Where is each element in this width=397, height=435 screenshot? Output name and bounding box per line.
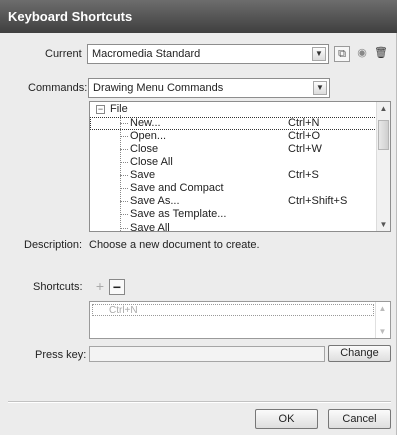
current-label: Current xyxy=(45,48,82,60)
footer-divider xyxy=(8,401,391,403)
command-name: Save As... xyxy=(130,195,180,207)
add-shortcut-button[interactable]: + xyxy=(92,279,108,295)
tree-item[interactable]: New... Ctrl+N xyxy=(90,117,377,130)
keyboard-shortcuts-dialog: Keyboard Shortcuts Current Macromedia St… xyxy=(0,0,397,435)
scroll-down-icon[interactable]: ▼ xyxy=(376,325,389,338)
tree-item[interactable]: Save as Template... xyxy=(90,208,377,221)
command-tree[interactable]: − File New... Ctrl+N Open... Ctrl+O Clos… xyxy=(89,101,391,232)
command-name: Close xyxy=(130,143,159,155)
command-name: Save xyxy=(130,169,156,181)
cancel-button[interactable]: Cancel xyxy=(328,409,391,429)
tree-scrollbar[interactable]: ▲ ▼ xyxy=(376,102,390,231)
tree-item[interactable]: Save As... Ctrl+Shift+S xyxy=(90,195,377,208)
tree-item[interactable]: Save All xyxy=(90,222,377,232)
ok-button[interactable]: OK xyxy=(255,409,318,429)
shortcut-entry[interactable]: Ctrl+N xyxy=(92,304,374,316)
current-set-dropdown[interactable]: Macromedia Standard ▼ xyxy=(87,44,329,64)
tree-item[interactable]: Open... Ctrl+O xyxy=(90,130,377,143)
current-set-value: Macromedia Standard xyxy=(92,48,201,60)
duplicate-set-icon[interactable]: ⧉ xyxy=(334,46,350,62)
command-name: Save as Template... xyxy=(130,208,227,220)
title-bar: Keyboard Shortcuts xyxy=(0,0,397,33)
tree-item[interactable]: Save and Compact xyxy=(90,182,377,195)
tree-item[interactable]: Close Ctrl+W xyxy=(90,143,377,156)
command-name: New... xyxy=(130,117,161,129)
chevron-down-icon: ▼ xyxy=(313,81,327,95)
delete-set-icon[interactable]: 🗑 xyxy=(373,46,389,62)
description-text: Choose a new document to create. xyxy=(89,239,260,251)
chevron-down-icon: ▼ xyxy=(312,47,326,61)
change-button[interactable]: Change xyxy=(328,345,391,362)
scroll-up-icon[interactable]: ▲ xyxy=(377,102,390,115)
commands-value: Drawing Menu Commands xyxy=(93,82,224,94)
scroll-up-icon[interactable]: ▲ xyxy=(376,302,389,315)
shortcut-list-scrollbar[interactable]: ▲ ▼ xyxy=(375,302,390,338)
commands-label: Commands: xyxy=(28,82,88,94)
command-name: Save and Compact xyxy=(130,182,224,194)
command-name: Close All xyxy=(130,156,173,168)
window-title: Keyboard Shortcuts xyxy=(8,9,133,24)
tree-item[interactable]: Save Ctrl+S xyxy=(90,169,377,182)
tree-item[interactable]: Close All xyxy=(90,156,377,169)
scroll-down-icon[interactable]: ▼ xyxy=(377,218,390,231)
commands-dropdown[interactable]: Drawing Menu Commands ▼ xyxy=(88,78,330,98)
command-name: Open... xyxy=(130,130,167,142)
press-key-field[interactable] xyxy=(89,346,325,362)
tree-group-file[interactable]: − File xyxy=(90,103,377,116)
command-shortcut: Ctrl+S xyxy=(288,169,319,181)
scroll-thumb[interactable] xyxy=(378,120,389,150)
command-shortcut: Ctrl+W xyxy=(288,143,322,155)
command-shortcut: Ctrl+O xyxy=(288,130,321,142)
press-key-label: Press key: xyxy=(35,349,87,361)
collapse-icon[interactable]: − xyxy=(96,105,105,114)
shortcuts-label: Shortcuts: xyxy=(33,281,83,293)
description-label: Description: xyxy=(24,239,83,251)
command-name: Save All xyxy=(130,222,170,232)
tree-group-label: File xyxy=(110,103,128,115)
rename-set-icon[interactable]: ◉ xyxy=(354,46,370,62)
remove-shortcut-button[interactable]: − xyxy=(109,279,125,295)
command-shortcut: Ctrl+N xyxy=(288,117,320,129)
shortcut-list[interactable]: Ctrl+N ▲ ▼ xyxy=(89,301,391,339)
command-shortcut: Ctrl+Shift+S xyxy=(288,195,348,207)
